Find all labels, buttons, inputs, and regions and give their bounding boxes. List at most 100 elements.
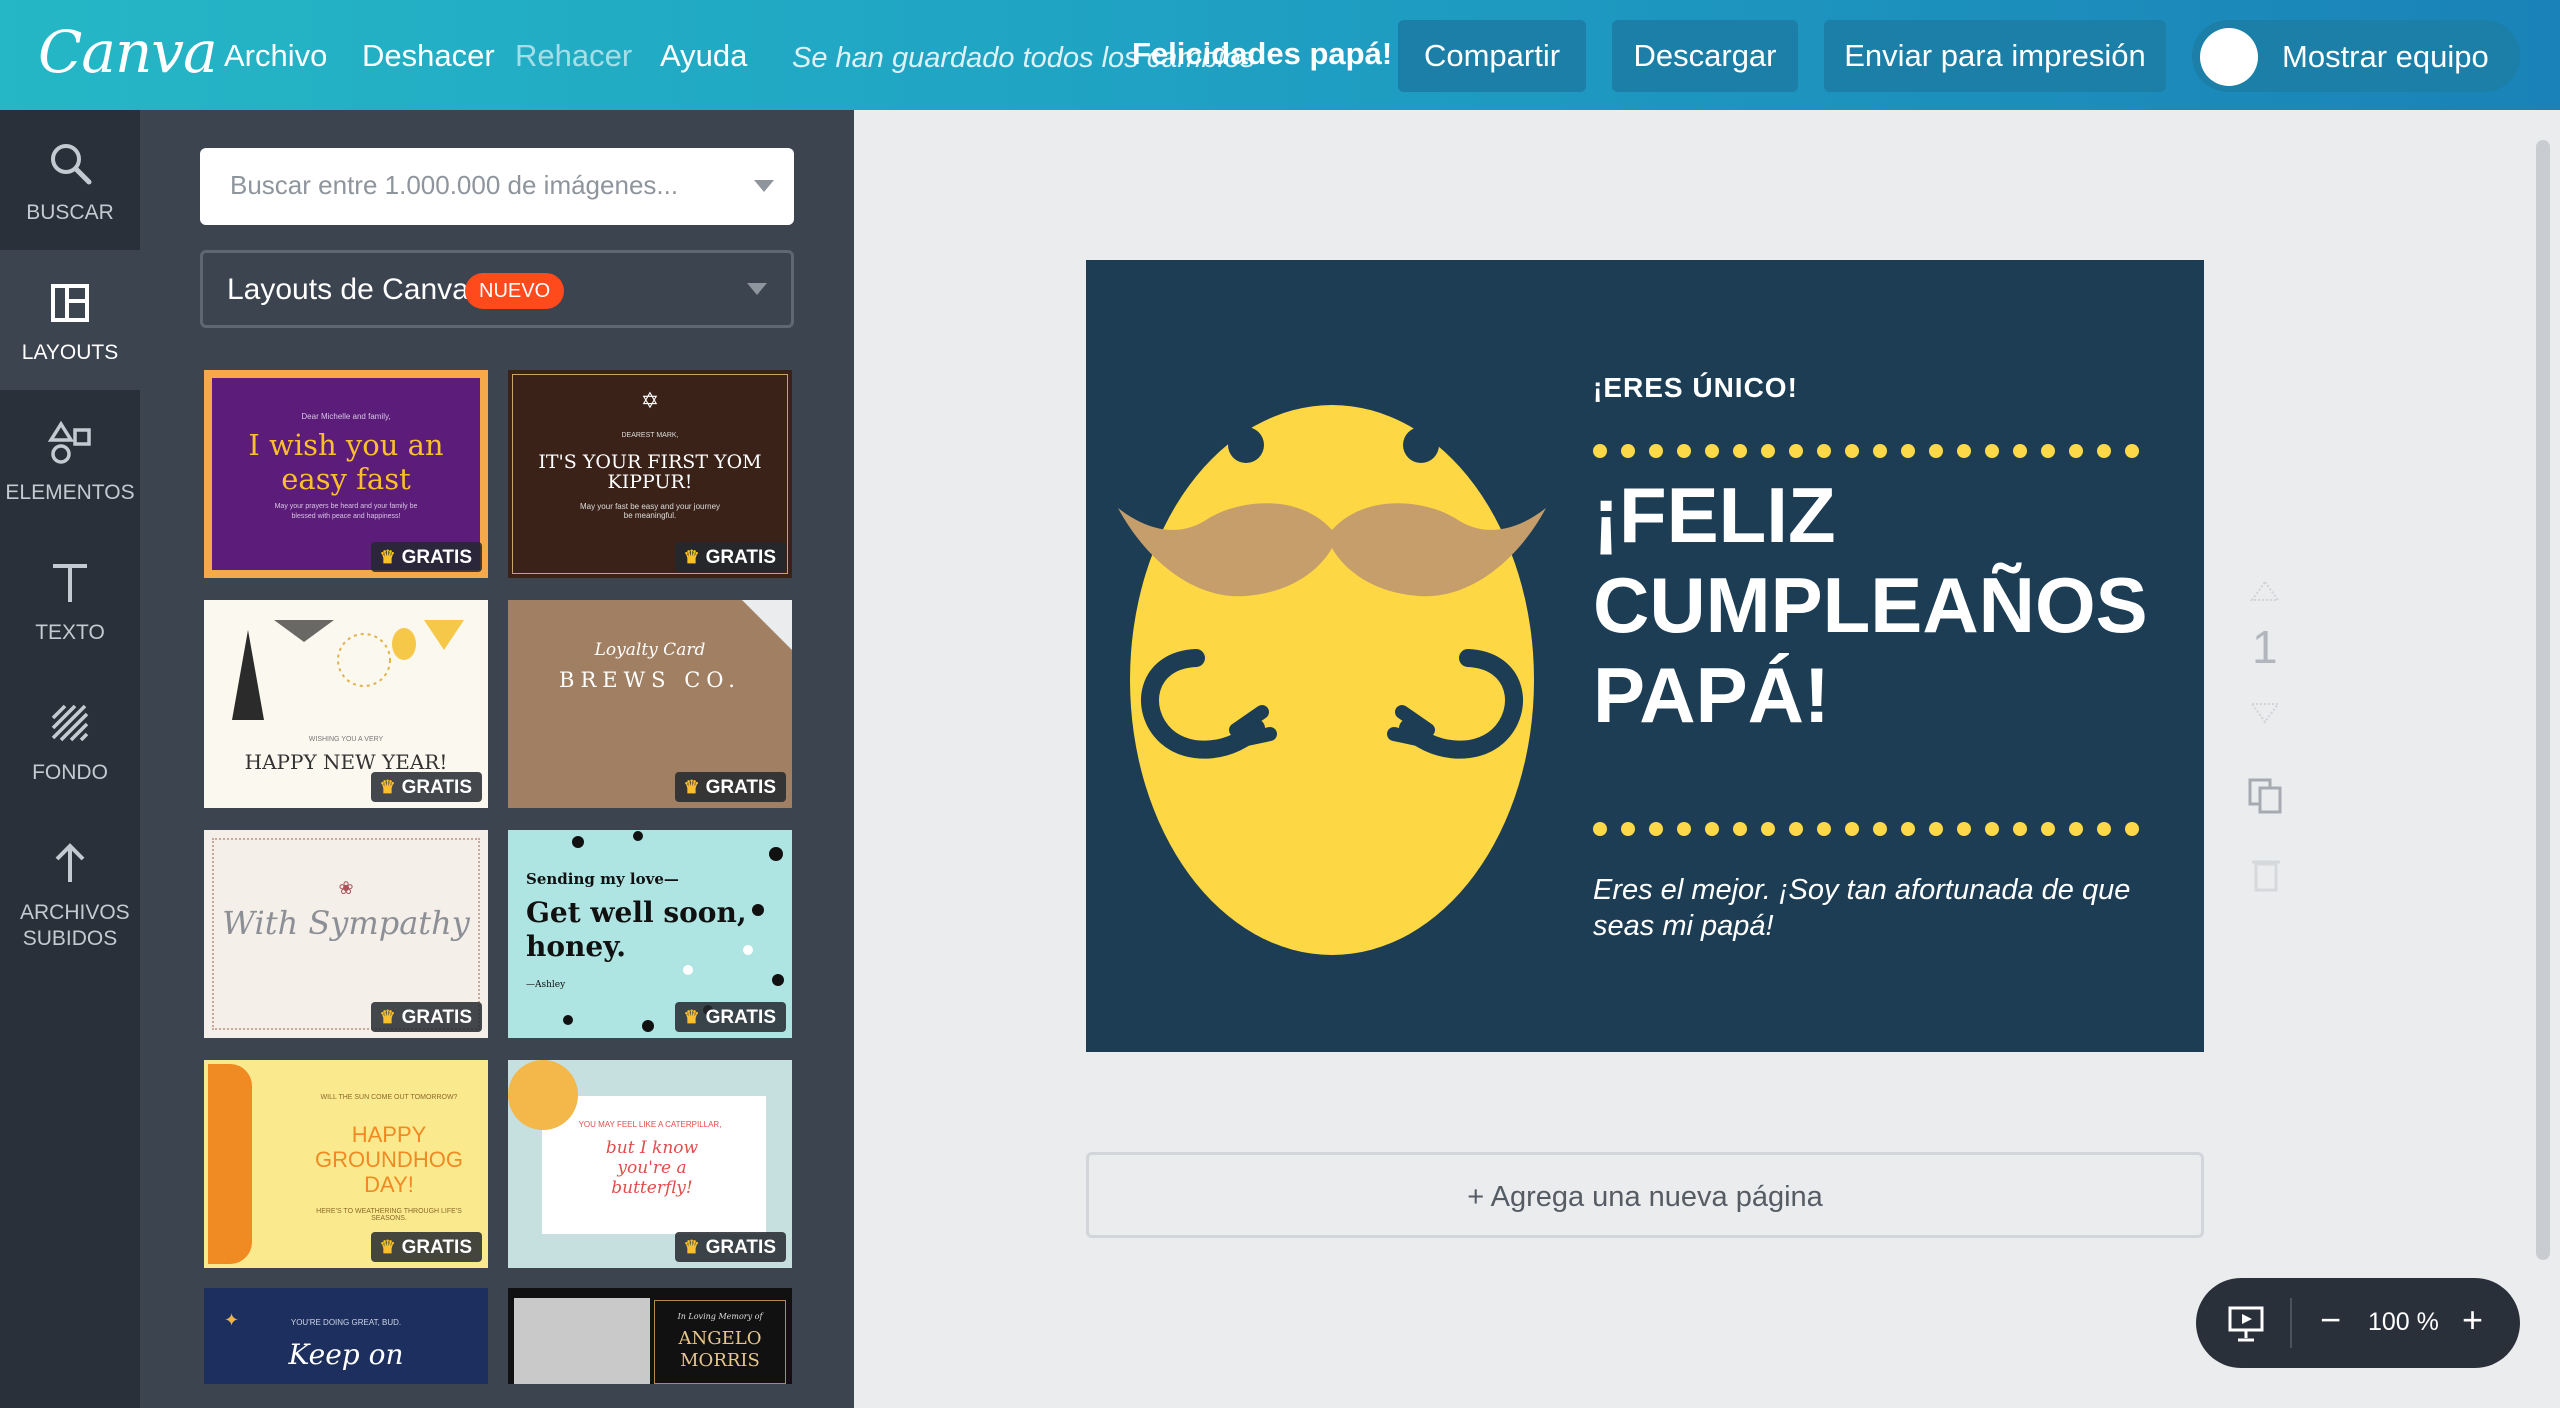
divider-dot [2069, 822, 2083, 836]
divider-dot [2097, 822, 2111, 836]
thumbnail-greeting: DEAREST MARK, [621, 432, 679, 439]
chevron-down-icon[interactable] [754, 180, 774, 192]
divider-dot [1873, 822, 1887, 836]
card-title-text[interactable]: ¡FELIZ CUMPLEAÑOS PAPÁ! [1593, 470, 2153, 740]
menu-file[interactable]: Archivo [224, 38, 327, 74]
card-body-text[interactable]: Eres el mejor. ¡Soy tan afortunada de qu… [1593, 872, 2153, 944]
divider-dot [1593, 822, 1607, 836]
layout-thumbnail[interactable]: Loyalty Card BREWS CO. ♛ GRATIS [508, 600, 792, 808]
free-badge: ♛ GRATIS [675, 1002, 786, 1032]
delete-page-icon[interactable] [2250, 856, 2282, 892]
image-search-input[interactable]: Buscar entre 1.000.000 de imágenes... [200, 148, 794, 225]
thumbnail-title: IT'S YOUR FIRST YOM KIPPUR! [538, 451, 762, 493]
rail-label: ARCHIVOS SUBIDOS [20, 901, 130, 950]
move-page-up-icon[interactable] [2250, 580, 2280, 602]
thumbnail-title: I wish you an easy fast [248, 428, 444, 496]
share-button[interactable]: Compartir [1398, 20, 1586, 92]
rail-item-text[interactable]: TEXTO [0, 530, 140, 670]
free-badge-label: GRATIS [401, 547, 472, 568]
document-title[interactable]: Felicidades papá! [1132, 36, 1392, 72]
free-badge-label: GRATIS [705, 1007, 776, 1028]
free-badge: ♛ GRATIS [675, 772, 786, 802]
zoom-out-button[interactable]: − [2320, 1300, 2341, 1340]
duplicate-page-icon[interactable] [2246, 776, 2286, 816]
thumbnail-footer: —Ashley [526, 980, 566, 990]
left-rail: BUSCAR LAYOUTS ELEMENTOS TEXTO FONDO ARC… [0, 110, 140, 1408]
layout-thumbnail[interactable]: Dear Michelle and family, I wish you an … [204, 370, 488, 578]
chevron-down-icon [747, 283, 767, 295]
divider-dot [1873, 444, 1887, 458]
divider-dot [2013, 444, 2027, 458]
divider-dot [1789, 444, 1803, 458]
rail-item-uploads[interactable]: ARCHIVOS SUBIDOS [0, 810, 140, 970]
divider-dot [1957, 822, 1971, 836]
thumbnail-title: With Sympathy [222, 904, 470, 942]
rail-item-elements[interactable]: ELEMENTOS [0, 390, 140, 530]
layouts-label: Layouts de Canva [227, 273, 469, 306]
layouts-dropdown[interactable]: Layouts de Canva NUEVO [200, 250, 794, 328]
divider-dot [1929, 822, 1943, 836]
rail-item-search[interactable]: BUSCAR [0, 110, 140, 250]
flower-icon: ❀ [338, 878, 354, 898]
menu-undo[interactable]: Deshacer [362, 38, 495, 74]
divider-dot [1621, 444, 1635, 458]
divider-dot [1957, 444, 1971, 458]
thumbnail-greeting: Sending my love— [526, 870, 679, 888]
divider-dot [1649, 444, 1663, 458]
design-page[interactable]: ¡ERES ÚNICO! ¡FELIZ CUMPLEAÑOS PAPÁ! Ere… [1086, 260, 2204, 1052]
layout-thumbnail[interactable]: WISHING YOU A VERY HAPPY NEW YEAR! ♛ GRAT… [204, 600, 488, 808]
search-icon [51, 144, 92, 185]
rail-label: TEXTO [35, 621, 105, 644]
layout-thumbnail[interactable]: Sending my love— Get well soon, honey. —… [508, 830, 792, 1038]
crown-icon: ♛ [683, 547, 700, 567]
party-decorations-icon [232, 620, 464, 720]
thumbnail-greeting: YOU MAY FEEL LIKE A CATERPILLAR, [578, 1120, 722, 1129]
photo-placeholder [514, 1298, 650, 1384]
star-of-david-icon: ✡ [640, 388, 660, 413]
divider-dot [1789, 822, 1803, 836]
free-badge-label: GRATIS [705, 547, 776, 568]
page-curl [742, 600, 792, 650]
avatar [2200, 28, 2258, 86]
add-page-button[interactable]: + Agrega una nueva página [1086, 1152, 2204, 1238]
crown-icon: ♛ [683, 1237, 700, 1257]
layout-thumbnail[interactable]: In Loving Memory of ANGELO MORRIS [508, 1288, 792, 1384]
weather-icons-strip [208, 1064, 252, 1264]
print-button[interactable]: Enviar para impresión [1824, 20, 2166, 92]
thumbnail-greeting: In Loving Memory of [677, 1312, 763, 1321]
layout-thumbnail[interactable]: WILL THE SUN COME OUT TOMORROW? HAPPY GR… [204, 1060, 488, 1268]
menu-redo[interactable]: Rehacer [515, 38, 632, 74]
menu-help[interactable]: Ayuda [660, 38, 747, 74]
show-team-label: Mostrar equipo [2282, 39, 2489, 74]
divider-dot [1985, 444, 1999, 458]
rail-label: BUSCAR [26, 201, 114, 224]
present-icon[interactable] [2226, 1304, 2266, 1344]
thumbnail-title: Keep on [288, 1338, 404, 1371]
crown-icon: ♛ [683, 777, 700, 797]
thumbnail-title: BREWS CO. [559, 668, 741, 692]
zoom-in-button[interactable]: + [2462, 1300, 2483, 1340]
zoom-level: 100 % [2368, 1308, 2439, 1336]
layout-thumbnail[interactable]: ✦ YOU'RE DOING GREAT, BUD. Keep on [204, 1288, 488, 1384]
divider-dot [1677, 822, 1691, 836]
layout-thumbnail[interactable]: YOU MAY FEEL LIKE A CATERPILLAR, but I k… [508, 1060, 792, 1268]
rail-item-background[interactable]: FONDO [0, 670, 140, 810]
divider-dot [1985, 822, 1999, 836]
free-badge-label: GRATIS [705, 777, 776, 798]
thumbnail-title: Get well soon, honey. [526, 896, 747, 963]
free-badge: ♛ GRATIS [371, 542, 482, 572]
move-page-down-icon[interactable] [2250, 702, 2280, 724]
layout-thumbnail[interactable]: ❀ With Sympathy ♛ GRATIS [204, 830, 488, 1038]
rail-item-layouts[interactable]: LAYOUTS [0, 250, 140, 390]
canva-logo[interactable]: Canva [38, 18, 218, 86]
thumbnail-title: but I know you're a butterfly! [605, 1138, 699, 1198]
download-button[interactable]: Descargar [1612, 20, 1798, 92]
card-eyebrow-text[interactable]: ¡ERES ÚNICO! [1593, 372, 1798, 404]
thumbnail-title: ANGELO MORRIS [678, 1328, 762, 1371]
divider-dot [1761, 822, 1775, 836]
vertical-scrollbar[interactable] [2536, 140, 2550, 1260]
free-badge: ♛ GRATIS [675, 542, 786, 572]
divider-dot [1621, 822, 1635, 836]
show-team-button[interactable]: Mostrar equipo [2192, 20, 2520, 92]
layout-thumbnail[interactable]: ✡ DEAREST MARK, IT'S YOUR FIRST YOM KIPP… [508, 370, 792, 578]
